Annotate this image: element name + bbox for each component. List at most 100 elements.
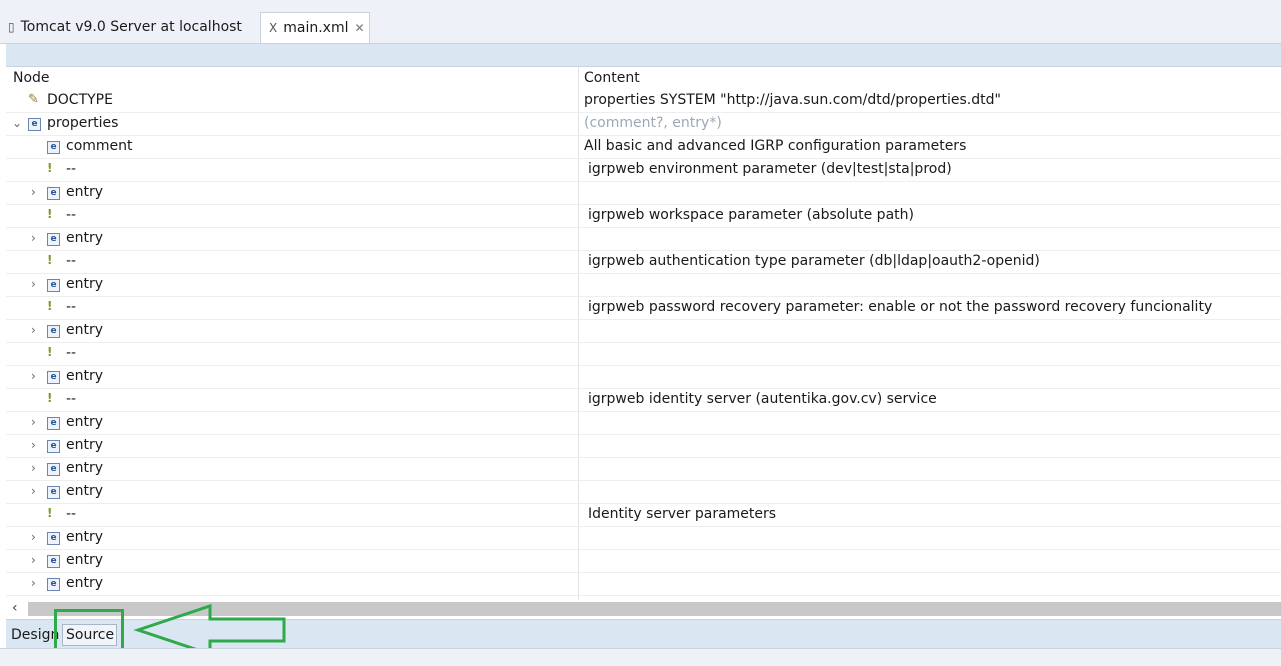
node-label: entry xyxy=(66,575,104,591)
chevron-right-icon[interactable]: › xyxy=(31,277,36,291)
element-icon: e xyxy=(47,187,60,200)
node-content: igrpweb identity server (autentika.gov.c… xyxy=(588,391,937,407)
node-label: entry xyxy=(66,230,104,246)
close-icon[interactable]: ✕ xyxy=(354,21,364,35)
tab-label: main.xml xyxy=(283,20,349,36)
node-label: comment xyxy=(66,138,133,154)
element-icon: e xyxy=(47,486,60,499)
element-icon: e xyxy=(28,118,41,131)
node-content: igrpweb workspace parameter (absolute pa… xyxy=(588,207,914,223)
tree-row[interactable]: › e entry xyxy=(6,527,1281,550)
chevron-right-icon[interactable]: › xyxy=(31,231,36,245)
element-icon: e xyxy=(47,325,60,338)
tree-row[interactable]: ! -- igrpweb authentication type parameter… xyxy=(6,251,1281,274)
tree-row[interactable]: › e entry xyxy=(6,550,1281,573)
chevron-right-icon[interactable]: › xyxy=(31,438,36,452)
node-label: entry xyxy=(66,322,104,338)
tree-row[interactable]: › e entry xyxy=(6,274,1281,297)
node-label: -- xyxy=(66,253,77,269)
node-content: igrpweb environment parameter (dev|test|… xyxy=(588,161,952,177)
element-icon: e xyxy=(47,532,60,545)
tree-row[interactable]: › e entry xyxy=(6,435,1281,458)
element-icon: e xyxy=(47,463,60,476)
footer-strip xyxy=(0,648,1281,666)
element-icon: e xyxy=(47,578,60,591)
node-label: -- xyxy=(66,391,77,407)
comment-icon: ! xyxy=(47,299,53,313)
node-label: -- xyxy=(66,161,77,177)
tree-row[interactable]: › e entry xyxy=(6,182,1281,205)
node-label: -- xyxy=(66,299,77,315)
node-label: -- xyxy=(66,207,77,223)
tree-row[interactable]: › e entry xyxy=(6,481,1281,504)
node-label: entry xyxy=(66,184,104,200)
doctype-icon: ✎ xyxy=(28,92,39,107)
node-label: entry xyxy=(66,483,104,499)
tab-label: Tomcat v9.0 Server at localhost xyxy=(20,19,242,35)
tree-row[interactable]: › e entry xyxy=(6,228,1281,251)
chevron-right-icon[interactable]: › xyxy=(31,461,36,475)
chevron-right-icon[interactable]: › xyxy=(31,484,36,498)
tree-row[interactable]: › e entry xyxy=(6,366,1281,389)
node-content: (comment?, entry*) xyxy=(584,115,722,131)
chevron-right-icon[interactable]: › xyxy=(31,185,36,199)
tab-tomcat-server[interactable]: ▯ Tomcat v9.0 Server at localhost xyxy=(0,12,255,42)
element-icon: e xyxy=(47,141,60,154)
tab-main-xml[interactable]: X main.xml ✕ xyxy=(260,12,370,43)
node-label: entry xyxy=(66,529,104,545)
node-label: -- xyxy=(66,345,77,361)
tree-row[interactable]: › e entry xyxy=(6,320,1281,343)
tree-row[interactable]: ! -- igrpweb workspace parameter (absolute… xyxy=(6,205,1281,228)
node-label: -- xyxy=(66,506,77,522)
chevron-down-icon[interactable]: ⌄ xyxy=(12,116,22,130)
tree-row[interactable]: › e entry xyxy=(6,573,1281,596)
comment-icon: ! xyxy=(47,506,53,520)
node-label: entry xyxy=(66,414,104,430)
comment-icon: ! xyxy=(47,345,53,359)
chevron-right-icon[interactable]: › xyxy=(31,415,36,429)
content-column-header[interactable]: Content xyxy=(584,70,640,86)
xml-file-icon: X xyxy=(269,21,278,35)
chevron-right-icon[interactable]: › xyxy=(31,323,36,337)
element-icon: e xyxy=(47,417,60,430)
chevron-right-icon[interactable]: › xyxy=(31,576,36,590)
editor-header-bar xyxy=(6,44,1281,67)
node-label: entry xyxy=(66,460,104,476)
comment-icon: ! xyxy=(47,391,53,405)
editor-tab-bar: ▯ Tomcat v9.0 Server at localhost X main… xyxy=(0,12,1281,44)
node-content: Identity server parameters xyxy=(588,506,777,522)
element-icon: e xyxy=(47,371,60,384)
element-icon: e xyxy=(47,440,60,453)
tree-row[interactable]: ! -- igrpweb identity server (autentika.go… xyxy=(6,389,1281,412)
node-content: igrpweb password recovery parameter: ena… xyxy=(588,299,1213,315)
node-content: properties SYSTEM "http://java.sun.com/d… xyxy=(584,92,1001,108)
tree-row[interactable]: ! -- igrpweb password recovery parameter: … xyxy=(6,297,1281,320)
element-icon: e xyxy=(47,555,60,568)
chevron-left-icon[interactable]: ‹ xyxy=(12,600,18,616)
element-icon: e xyxy=(47,279,60,292)
tree-row[interactable]: › e entry xyxy=(6,458,1281,481)
node-label: entry xyxy=(66,437,104,453)
highlight-box xyxy=(54,609,124,652)
node-content: All basic and advanced IGRP configuratio… xyxy=(584,138,967,154)
tree-row[interactable]: ✎ DOCTYPE properties SYSTEM "http://java.s… xyxy=(6,90,1281,113)
tree-row[interactable]: ! -- xyxy=(6,343,1281,366)
tree-row[interactable]: ! -- igrpweb environment parameter (dev|te… xyxy=(6,159,1281,182)
tree-row[interactable]: › e entry xyxy=(6,412,1281,435)
node-label: entry xyxy=(66,552,104,568)
tree-row[interactable]: ! -- Identity server parameters xyxy=(6,504,1281,527)
node-column-header[interactable]: Node xyxy=(13,70,50,86)
comment-icon: ! xyxy=(47,207,53,221)
chevron-right-icon[interactable]: › xyxy=(31,553,36,567)
chevron-right-icon[interactable]: › xyxy=(31,530,36,544)
tree-row[interactable]: ⌄ e properties (comment?, entry*) xyxy=(6,113,1281,136)
node-label: entry xyxy=(66,276,104,292)
tree-row[interactable]: e comment All basic and advanced IGRP conf… xyxy=(6,136,1281,159)
node-content: igrpweb authentication type parameter (d… xyxy=(588,253,1040,269)
chevron-right-icon[interactable]: › xyxy=(31,369,36,383)
node-label: properties xyxy=(47,115,119,131)
xml-design-tree: Node Content ✎ DOCTYPE properties SYSTEM "… xyxy=(6,67,1281,600)
node-label: entry xyxy=(66,368,104,384)
server-icon: ▯ xyxy=(8,20,15,34)
element-icon: e xyxy=(47,233,60,246)
